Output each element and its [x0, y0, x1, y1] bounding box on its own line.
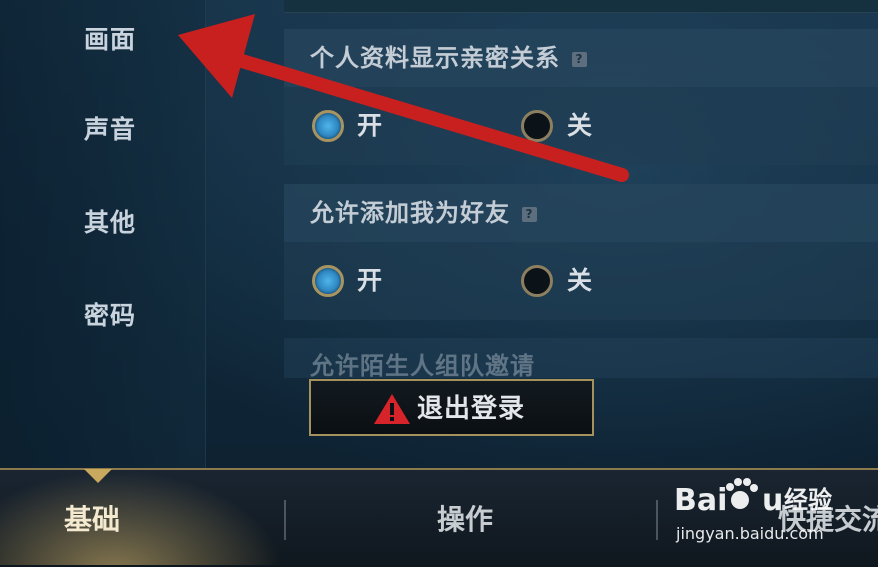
- active-tab-indicator: [84, 469, 112, 483]
- paw-icon: [726, 478, 758, 509]
- tab-divider: [284, 500, 286, 540]
- setting-title-text: 个人资料显示亲密关系: [310, 44, 560, 72]
- logout-label: 退出登录: [417, 394, 526, 424]
- sidebar-item-sound[interactable]: 声音: [84, 110, 184, 150]
- tab-operation[interactable]: 操作: [437, 497, 493, 543]
- option-label-on: 开: [357, 266, 383, 295]
- logout-button[interactable]: 退出登录: [309, 379, 594, 436]
- tab-divider: [656, 500, 658, 540]
- option-label-on: 开: [357, 111, 383, 140]
- radio-on[interactable]: [312, 110, 344, 142]
- option-label-off: 关: [567, 111, 593, 140]
- setting-header: 允许添加我为好友?: [284, 184, 878, 242]
- svg-text:Bai: Bai: [674, 483, 727, 518]
- help-icon[interactable]: ?: [572, 51, 587, 67]
- watermark-site: jingyan.baidu.com: [676, 524, 824, 543]
- setting-panel-add-friend: 允许添加我为好友? 开 关: [284, 184, 878, 320]
- setting-title: 个人资料显示亲密关系?: [310, 41, 587, 75]
- tab-basic[interactable]: 基础: [64, 497, 120, 543]
- sidebar-item-display[interactable]: 画面: [84, 20, 184, 60]
- previous-setting-edge: [284, 0, 878, 13]
- svg-text:u: u: [762, 483, 783, 518]
- setting-title: 允许添加我为好友?: [310, 196, 537, 230]
- setting-title-text: 允许陌生人组队邀请: [310, 352, 535, 380]
- option-label-off: 关: [567, 266, 593, 295]
- radio-off[interactable]: [521, 265, 553, 297]
- help-icon[interactable]: ?: [522, 206, 537, 222]
- sidebar-item-password[interactable]: 密码: [84, 296, 184, 336]
- setting-title-text: 允许添加我为好友: [310, 199, 510, 227]
- sidebar-item-other[interactable]: 其他: [84, 203, 184, 243]
- active-tab-glow: [0, 470, 285, 565]
- setting-panel-stranger-invite: 允许陌生人组队邀请: [284, 338, 878, 380]
- setting-panel-intimacy: 个人资料显示亲密关系? 开 关: [284, 29, 878, 165]
- radio-off[interactable]: [521, 110, 553, 142]
- settings-sidebar: 画面 声音 其他 密码: [0, 0, 206, 470]
- radio-on[interactable]: [312, 265, 344, 297]
- setting-header: 个人资料显示亲密关系?: [284, 29, 878, 87]
- warning-icon: [374, 394, 410, 424]
- svg-text:经验: 经验: [784, 486, 832, 514]
